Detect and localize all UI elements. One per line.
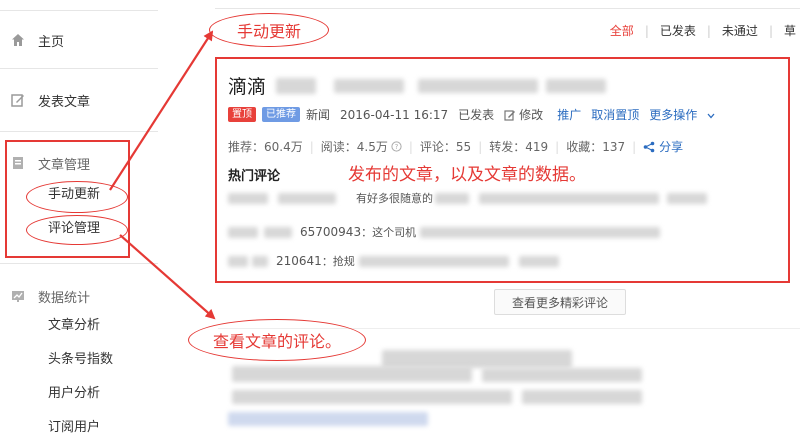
- filter-tabs: 全部 | 已发表 | 未通过 | 草: [606, 22, 800, 39]
- sidebar-item-label: 主页: [38, 34, 65, 50]
- sidebar-item-user-analysis[interactable]: 用户分析: [48, 384, 100, 404]
- chart-icon: [10, 288, 26, 304]
- more-comments-button[interactable]: 查看更多精彩评论: [494, 289, 626, 315]
- top-divider: [215, 8, 800, 9]
- sidebar-item-publish[interactable]: 发表文章: [10, 88, 90, 112]
- redacted-text: [522, 390, 642, 404]
- tab-draft[interactable]: 草: [780, 22, 800, 39]
- sidebar-item-home[interactable]: 主页: [10, 28, 64, 52]
- tab-published[interactable]: 已发表: [656, 22, 700, 39]
- sidebar-item-article-analysis[interactable]: 文章分析: [48, 316, 100, 336]
- sidebar-section-stats[interactable]: 数据统计: [10, 284, 90, 308]
- sidebar-section-label: 数据统计: [38, 290, 91, 306]
- sidebar-divider: [0, 68, 158, 69]
- tab-all[interactable]: 全部: [606, 22, 638, 39]
- sidebar-divider: [0, 263, 158, 264]
- sidebar-item-label: 发表文章: [38, 94, 91, 110]
- sidebar-item-account-index[interactable]: 头条号指数: [48, 350, 113, 370]
- home-icon: [10, 32, 26, 48]
- ellipse-sidebar-manual-update: [26, 181, 128, 213]
- annotation-card-note: 发布的文章，以及文章的数据。: [348, 165, 586, 185]
- sidebar-divider: [0, 10, 158, 11]
- annotation-manual-update: 手动更新: [209, 13, 329, 47]
- redacted-text: [232, 390, 512, 404]
- redacted-text: [228, 412, 428, 426]
- redacted-text: [482, 368, 642, 382]
- ellipse-sidebar-comment-manage: [26, 215, 128, 245]
- edit-icon: [10, 92, 26, 108]
- annotation-comments-note: 查看文章的评论。: [188, 319, 366, 361]
- tab-rejected[interactable]: 未通过: [718, 22, 762, 39]
- redacted-text: [232, 366, 472, 382]
- sidebar-item-subscribers[interactable]: 订阅用户: [48, 418, 100, 438]
- sidebar-divider: [0, 131, 158, 132]
